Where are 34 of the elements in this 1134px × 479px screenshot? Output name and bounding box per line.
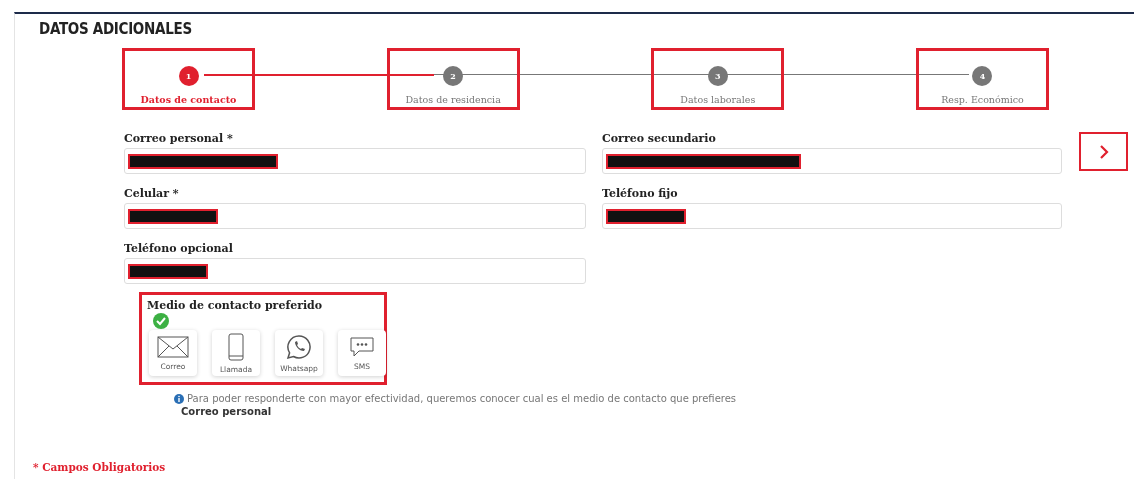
section-title: DATOS ADICIONALES (39, 20, 193, 38)
smartphone-icon (228, 332, 244, 361)
input-field[interactable] (124, 258, 586, 284)
field-label: Correo personal * (124, 132, 234, 147)
input-field[interactable] (124, 203, 586, 229)
field-label: Teléfono opcional (124, 242, 234, 257)
step-label: Datos laborales (680, 94, 756, 105)
step-number: 1 (178, 66, 199, 86)
step-tab[interactable]: 4 Resp. Económico (915, 48, 1049, 110)
required-note: * Campos Obligatorios (33, 461, 166, 473)
input-field[interactable] (602, 148, 1062, 174)
step-tab[interactable]: 3 Datos laborales (651, 48, 785, 110)
info-text: Para poder responderte con mayor efectividad, queremos conocer cual es el medio de contacto que prefieres (187, 393, 737, 404)
field-label: Correo secundario (602, 132, 717, 147)
step-label: Datos de residencia (405, 94, 501, 105)
chevron-right-icon (1098, 144, 1109, 159)
step-tab[interactable]: 2 Datos de residencia (386, 48, 520, 110)
step-number: 4 (972, 66, 993, 86)
chosen-contact: Correo personal (181, 406, 273, 417)
envelope-icon (157, 335, 189, 358)
step-tab[interactable]: 1 Datos de contacto (122, 48, 255, 110)
field-label: Celular * (124, 187, 180, 202)
panel-title: Medio de contacto preferido (147, 299, 324, 312)
info-icon (174, 393, 184, 404)
field-label: Teléfono fijo (602, 187, 679, 202)
step-number: 3 (707, 66, 728, 86)
step-label: Resp. Económico (941, 94, 1024, 105)
step-number: 2 (443, 66, 464, 86)
input-field[interactable] (602, 203, 1062, 229)
input-field[interactable] (124, 148, 586, 174)
message-bubble-icon (349, 335, 375, 358)
step-label: Datos de contacto (140, 94, 237, 105)
next-button[interactable] (1079, 132, 1128, 171)
chat-phone-icon (286, 333, 312, 360)
